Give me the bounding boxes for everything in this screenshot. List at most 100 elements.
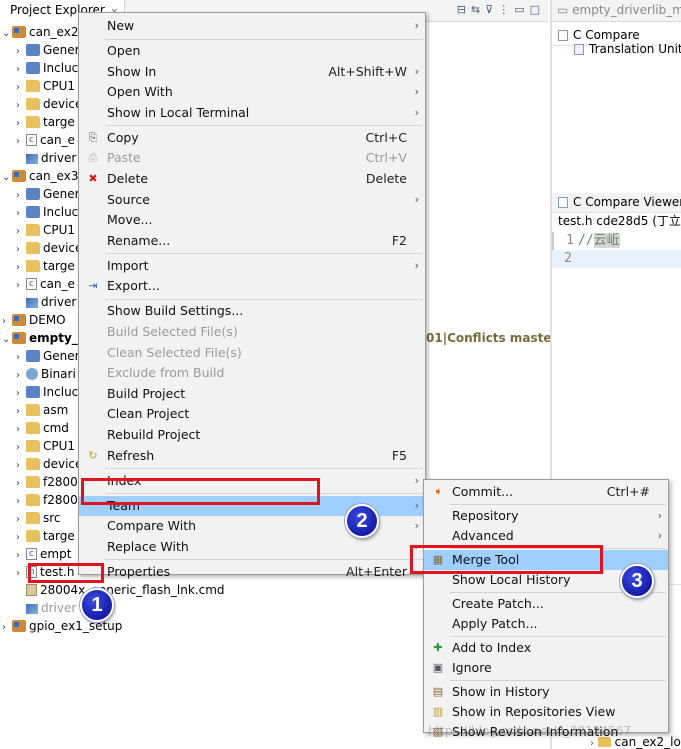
- translation-unit-row[interactable]: Translation Unit: [552, 42, 681, 60]
- compare-viewer-header[interactable]: C Compare Viewer: [552, 193, 681, 213]
- minimize-icon[interactable]: ▭: [514, 3, 524, 16]
- tree-row[interactable]: › Incluc: [16, 203, 78, 221]
- view-menu-icon[interactable]: ⋮: [498, 3, 509, 16]
- tree-row[interactable]: › targe: [16, 527, 75, 545]
- menu-item-open-with[interactable]: Open With ›: [79, 82, 425, 102]
- chevron-down-icon[interactable]: ⌄: [2, 25, 12, 43]
- menu-item-copy[interactable]: ⎘ Copy Ctrl+C: [79, 128, 425, 148]
- tree-row[interactable]: › cmd: [16, 419, 69, 437]
- lib-icon: [26, 188, 40, 200]
- file-c-icon: [26, 131, 37, 149]
- folder-icon: [26, 494, 40, 506]
- menu-item-properties[interactable]: Properties Alt+Enter: [79, 562, 425, 582]
- menu-item-source[interactable]: Source ›: [79, 190, 425, 210]
- menu-item-ignore[interactable]: ▣ Ignore: [424, 658, 668, 678]
- menu-item-apply-patch[interactable]: Apply Patch...: [424, 614, 668, 634]
- proj-icon: [12, 26, 26, 38]
- tree-row-label: driver: [41, 295, 77, 309]
- tree-row[interactable]: › f2800: [16, 491, 78, 509]
- menu-item-label: Show Build Settings...: [107, 303, 244, 319]
- tree-row[interactable]: › Incluc: [16, 383, 78, 401]
- chevron-down-icon[interactable]: ⌄: [2, 331, 12, 349]
- tree-row[interactable]: driver: [16, 599, 76, 617]
- tree-row[interactable]: › CPU1: [16, 221, 75, 239]
- tree-row[interactable]: ›empt: [16, 545, 71, 563]
- editor-tab[interactable]: ▭ empty_driverlib_ma: [552, 0, 681, 22]
- tree-row[interactable]: ›can_e: [16, 275, 75, 293]
- menu-item-import[interactable]: Import ›: [79, 256, 425, 276]
- menu-item-show-in-local-terminal[interactable]: Show in Local Terminal ›: [79, 103, 425, 123]
- menu-item-move[interactable]: Move...: [79, 210, 425, 230]
- menu-separator: [105, 299, 423, 300]
- file-icon: ▭: [557, 3, 573, 17]
- menu-item-open[interactable]: Open: [79, 41, 425, 61]
- tree-row[interactable]: ›can_e: [16, 131, 75, 149]
- code-line-1[interactable]: 1 //云岴: [552, 232, 681, 250]
- menu-item-label: Replace With: [107, 538, 189, 554]
- menu-item-commit[interactable]: ➧ Commit... Ctrl+#: [424, 482, 668, 502]
- folder-icon: [26, 224, 40, 236]
- tree-row[interactable]: › targe: [16, 113, 75, 131]
- code-line-2[interactable]: 2: [552, 250, 681, 268]
- tree-row[interactable]: › Gener: [16, 347, 80, 365]
- tree-row[interactable]: › DEMO: [2, 311, 66, 329]
- tree-row[interactable]: 28004x_generic_flash_lnk.cmd: [16, 581, 225, 599]
- menu-item-label: Rebuild Project: [107, 427, 201, 442]
- tree-row[interactable]: › Binari: [16, 365, 76, 383]
- menu-item-clean-project[interactable]: Clean Project: [79, 404, 425, 424]
- menu-item-advanced[interactable]: Advanced ›: [424, 526, 668, 546]
- menu-item-export[interactable]: ⇥ Export...: [79, 276, 425, 296]
- menu-item-delete[interactable]: ✖ Delete Delete: [79, 169, 425, 189]
- tree-row[interactable]: › Gener: [16, 185, 80, 203]
- menu-item-show-in[interactable]: Show In Alt+Shift+W ›: [79, 62, 425, 82]
- menu-item-add-to-index[interactable]: ✚ Add to Index: [424, 638, 668, 658]
- repo-icon: ▥: [432, 705, 444, 718]
- menu-item-show-build-settings[interactable]: Show Build Settings...: [79, 301, 425, 321]
- submenu-arrow-icon: ›: [414, 85, 419, 99]
- tree-row[interactable]: › Incluc: [16, 59, 78, 77]
- tree-row[interactable]: › f2800: [16, 473, 78, 491]
- link-editor-icon[interactable]: ⇆: [471, 3, 480, 16]
- menu-item-show-in-repositories-view[interactable]: ▥ Show in Repositories View: [424, 702, 668, 722]
- tree-row-label: asm: [43, 403, 69, 417]
- menu-separator: [105, 38, 423, 40]
- tree-row[interactable]: › device: [16, 455, 82, 473]
- menu-item-refresh[interactable]: ↻ Refresh F5: [79, 446, 425, 466]
- tree-row[interactable]: › CPU1: [16, 437, 75, 455]
- menu-item-rename[interactable]: Rename... F2: [79, 231, 425, 251]
- tree-row[interactable]: ⌄ can_ex2_: [2, 23, 84, 41]
- tree-row[interactable]: › CPU1: [16, 77, 75, 95]
- filter-icon[interactable]: ⊽: [485, 3, 493, 16]
- menu-item-rebuild-project[interactable]: Rebuild Project: [79, 425, 425, 445]
- tree-row[interactable]: driver: [16, 149, 76, 167]
- tree-row[interactable]: › asm: [16, 401, 68, 419]
- tree-row[interactable]: › device: [16, 239, 82, 257]
- compare-icon: [558, 30, 568, 41]
- menu-item-label: Open With: [107, 84, 173, 100]
- tree-row-label: f2800: [43, 475, 78, 489]
- proj-icon: [12, 332, 26, 344]
- menu-item-repository[interactable]: Repository ›: [424, 506, 668, 526]
- menu-item-build-project[interactable]: Build Project: [79, 384, 425, 404]
- submenu-arrow-icon: ›: [414, 64, 419, 78]
- menu-item-replace-with[interactable]: Replace With ›: [79, 537, 425, 557]
- menu-item-new[interactable]: New ›: [79, 16, 425, 36]
- tree-row[interactable]: › Gener: [16, 41, 80, 59]
- tree-row[interactable]: driver: [16, 293, 76, 311]
- menu-item-shortcut: Ctrl+V: [365, 150, 407, 166]
- folder-icon: [26, 512, 40, 524]
- compare-viewer-icon: [558, 197, 568, 208]
- tree-row-label: CPU1: [43, 439, 76, 453]
- delete-icon: ✖: [88, 172, 98, 185]
- tree-row[interactable]: › device: [16, 95, 82, 113]
- tree-row[interactable]: ⌄ can_ex3_: [2, 167, 84, 185]
- code-editor[interactable]: 1 //云岴 2: [552, 230, 681, 270]
- tree-row[interactable]: ⌄ empty_d: [2, 329, 86, 347]
- chevron-down-icon[interactable]: ⌄: [2, 169, 12, 187]
- tree-row[interactable]: › src: [16, 509, 61, 527]
- maximize-icon[interactable]: □: [530, 3, 540, 16]
- chevron-right-icon[interactable]: ›: [2, 619, 12, 637]
- menu-item-show-in-history[interactable]: ▤ Show in History: [424, 682, 668, 702]
- collapse-all-icon[interactable]: ⊟: [457, 3, 466, 16]
- tree-row[interactable]: › targe: [16, 257, 75, 275]
